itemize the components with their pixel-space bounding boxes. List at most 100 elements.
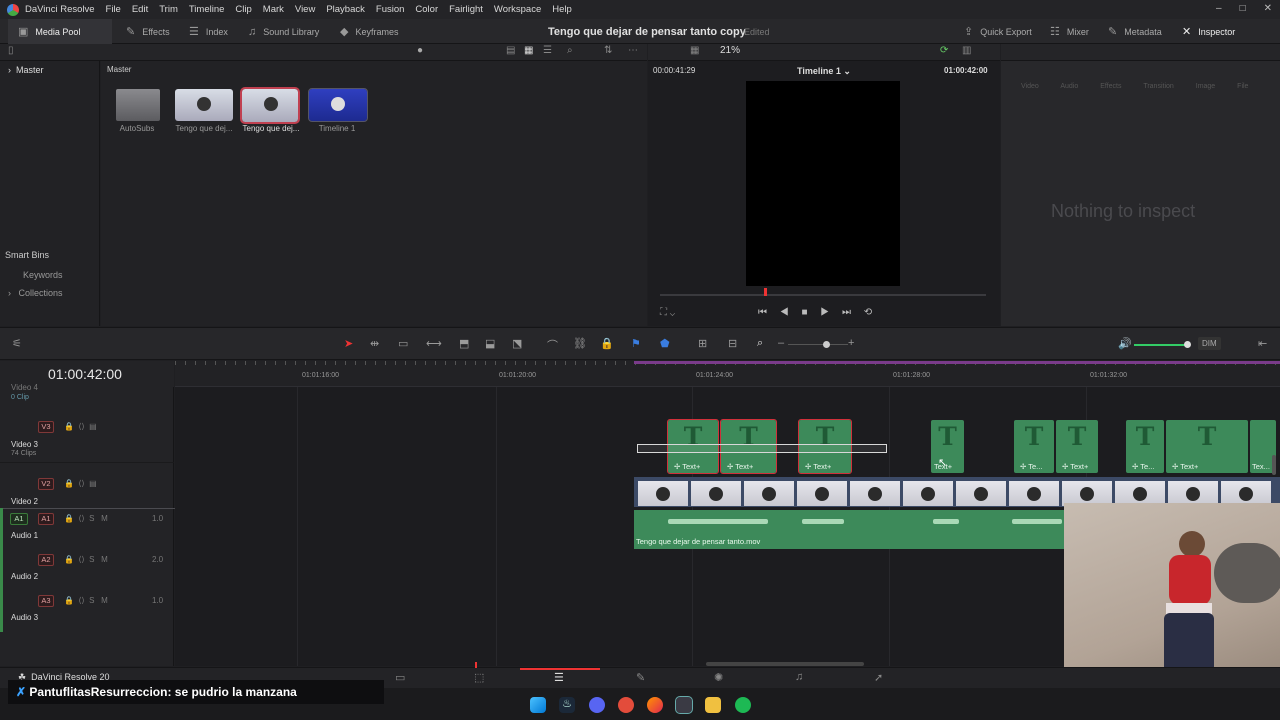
playhead-marker[interactable] xyxy=(764,288,767,296)
source-track-a1[interactable]: A1 xyxy=(10,513,28,525)
spotify-icon[interactable] xyxy=(735,697,751,713)
zoom-level[interactable]: 21% xyxy=(720,45,740,56)
auto-select-icon[interactable]: ⟨⟩ xyxy=(78,596,84,605)
text-clip[interactable]: T ✢ Te... xyxy=(1126,420,1164,473)
auto-select-icon[interactable]: ⟨⟩ xyxy=(78,422,84,431)
keywords-bin[interactable]: Keywords xyxy=(23,270,63,280)
folder-icon[interactable] xyxy=(116,89,160,121)
tab-image[interactable]: Image xyxy=(1196,83,1215,90)
clip-thumbnail-selected[interactable] xyxy=(240,87,300,124)
minimize-icon[interactable]: – xyxy=(1216,3,1222,14)
lock-icon[interactable]: 🔒 xyxy=(64,422,74,431)
sound-library-button[interactable]: ♫ Sound Library xyxy=(248,19,319,44)
timeline-thumbnail[interactable] xyxy=(308,88,368,122)
play-icon[interactable]: ▶ xyxy=(820,307,829,318)
clip-thumbnail[interactable] xyxy=(175,89,233,121)
snapping-icon[interactable]: ⌒ xyxy=(547,337,558,353)
text-clip[interactable]: T ✢ Text+ xyxy=(1166,420,1248,473)
loop-icon[interactable]: ⟲ xyxy=(864,307,872,318)
step-back-icon[interactable]: ◀ xyxy=(780,307,789,318)
auto-select-icon[interactable]: ⟨⟩ xyxy=(78,514,84,523)
menu-color[interactable]: Color xyxy=(415,4,438,15)
solo-button[interactable]: S xyxy=(89,596,94,605)
sort-icon[interactable]: ⇅ xyxy=(604,45,612,56)
menu-workspace[interactable]: Workspace xyxy=(494,4,541,15)
inspector-button[interactable]: ✕ Inspector xyxy=(1182,19,1235,44)
tab-effects[interactable]: Effects xyxy=(1100,83,1121,90)
crop-icon[interactable]: ⛶ ⌄ xyxy=(660,307,675,318)
zoom-slider[interactable] xyxy=(788,344,848,345)
zoom-out-icon[interactable]: – xyxy=(778,337,784,349)
menu-file[interactable]: File xyxy=(106,4,121,15)
jump-end-icon[interactable]: ⏭ xyxy=(842,307,851,318)
zoom-custom-icon[interactable]: ⌕ xyxy=(757,337,763,350)
steam-icon[interactable]: ♨ xyxy=(559,697,575,713)
track-badge-a1[interactable]: A1 xyxy=(38,513,54,525)
lock-icon[interactable]: 🔒 xyxy=(64,479,74,488)
track-badge-a3[interactable]: A3 xyxy=(38,595,54,607)
visibility-icon[interactable]: ▤ xyxy=(89,422,97,431)
edit-page-icon[interactable]: ☰ xyxy=(554,671,564,684)
file-explorer-icon[interactable] xyxy=(705,697,721,713)
solo-button[interactable]: S xyxy=(89,555,94,564)
volume-slider[interactable] xyxy=(1134,344,1188,346)
overwrite-clip-icon[interactable]: ⬓ xyxy=(485,337,495,350)
davinci-resolve-icon[interactable] xyxy=(675,696,693,714)
firefox-icon[interactable] xyxy=(647,697,663,713)
marker-icon[interactable]: ⬟ xyxy=(660,337,670,350)
fusion-page-icon[interactable]: ✎ xyxy=(636,671,645,684)
menu-help[interactable]: Help xyxy=(552,4,572,15)
windows-start-icon[interactable] xyxy=(530,697,546,713)
selection-tool-icon[interactable]: ➤ xyxy=(344,337,353,350)
solo-button[interactable]: S xyxy=(89,514,94,523)
zoom-in-icon[interactable]: + xyxy=(848,337,854,349)
split-view-icon[interactable]: ▥ xyxy=(962,45,971,56)
text-clip[interactable]: T ✢ Text+ xyxy=(1056,420,1098,473)
auto-select-icon[interactable]: ⟨⟩ xyxy=(78,555,84,564)
menu-mark[interactable]: Mark xyxy=(263,4,284,15)
quick-export-button[interactable]: ⇪ Quick Export xyxy=(964,19,1032,44)
auto-select-icon[interactable]: ⟨⟩ xyxy=(78,479,84,488)
volume-icon[interactable]: 🔊 xyxy=(1118,337,1132,350)
mute-button[interactable]: M xyxy=(101,514,108,523)
menu-view[interactable]: View xyxy=(295,4,315,15)
keyframes-button[interactable]: ◆ Keyframes xyxy=(340,19,398,44)
timeline-panel-icon[interactable]: ⇤ xyxy=(1258,337,1267,350)
vertical-scrollbar[interactable] xyxy=(1272,455,1276,475)
tab-transition[interactable]: Transition xyxy=(1143,83,1173,90)
zoom-slider-handle[interactable] xyxy=(823,341,830,348)
lock-icon[interactable]: 🔒 xyxy=(64,555,74,564)
search-icon[interactable]: ⌕ xyxy=(567,45,573,56)
collections-bin[interactable]: › Collections xyxy=(8,288,63,298)
timeline-selector[interactable]: Timeline 1 ⌄ xyxy=(797,66,851,77)
list-icon[interactable]: ☰ xyxy=(543,45,552,56)
maximize-icon[interactable]: □ xyxy=(1240,3,1246,14)
grid-view-icon[interactable]: ▦ xyxy=(524,45,533,56)
text-clip[interactable]: T Text+ xyxy=(931,420,964,473)
dim-button[interactable]: DIM xyxy=(1198,337,1221,350)
master-bin[interactable]: › Master xyxy=(8,65,44,75)
menu-trim[interactable]: Trim xyxy=(159,4,178,15)
viewer-layout-icon[interactable]: ▦ xyxy=(690,45,699,56)
insert-clip-icon[interactable]: ⬒ xyxy=(459,337,469,350)
lock-icon[interactable]: 🔒 xyxy=(64,514,74,523)
zoom-detail-icon[interactable]: ⊟ xyxy=(728,337,737,350)
tab-audio[interactable]: Audio xyxy=(1060,83,1078,90)
menu-playback[interactable]: Playback xyxy=(326,4,365,15)
track-badge-a2[interactable]: A2 xyxy=(38,554,54,566)
discord-icon[interactable] xyxy=(589,697,605,713)
menu-clip[interactable]: Clip xyxy=(235,4,251,15)
deliver-page-icon[interactable]: ➚ xyxy=(874,671,883,684)
track-badge-v2[interactable]: V2 xyxy=(38,478,54,490)
sidebar-toggle-icon[interactable]: ▯ xyxy=(8,45,14,56)
replace-clip-icon[interactable]: ⬔ xyxy=(512,337,522,350)
track-badge-v3[interactable]: V3 xyxy=(38,421,54,433)
more-options-icon[interactable]: ⋯ xyxy=(628,45,638,56)
media-pool-button[interactable]: ▣ Media Pool xyxy=(8,19,112,44)
tab-video[interactable]: Video xyxy=(1021,83,1039,90)
menu-fusion[interactable]: Fusion xyxy=(376,4,405,15)
audio-clip[interactable]: Tengo que dejar de pensar tanto.mov xyxy=(634,510,1064,549)
lock-icon[interactable]: 🔒 xyxy=(600,337,614,350)
chrome-icon[interactable] xyxy=(618,697,634,713)
horizontal-scrollbar[interactable] xyxy=(706,662,864,666)
